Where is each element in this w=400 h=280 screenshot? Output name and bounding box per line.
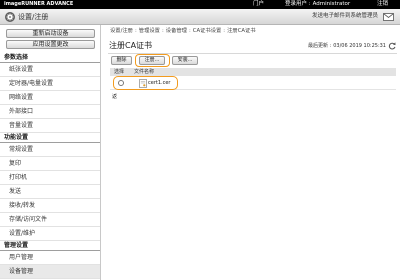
table-header: 选择 文件名称 xyxy=(110,68,396,76)
sidebar-item-copy[interactable]: 复印 xyxy=(0,157,100,171)
breadcrumb-separator: : xyxy=(188,28,191,34)
breadcrumb-item-settings-registration[interactable]: 设置/注册 xyxy=(110,28,133,34)
back-link[interactable]: 返 xyxy=(112,94,117,101)
login-user-label: 登录用户 : xyxy=(285,1,311,7)
sidebar-item-user-management[interactable]: 用户管理 xyxy=(0,251,100,265)
breadcrumb-separator: : xyxy=(161,28,164,34)
breadcrumb-item-current-page: 注册CA证书 xyxy=(227,28,256,34)
sidebar-item-store-access-files[interactable]: 存储/访问文件 xyxy=(0,213,100,227)
sidebar-item-device-management[interactable]: 设备管理 xyxy=(0,265,100,279)
breadcrumb: 设置/注册: 管理设置: 设备管理: CA证书设置: 注册CA证书 xyxy=(110,28,256,35)
install-button[interactable]: 安装... xyxy=(172,56,198,65)
sidebar-item-printer[interactable]: 打印机 xyxy=(0,171,100,185)
login-user-info: 登录用户 : Administrator xyxy=(285,1,350,8)
breadcrumb-item-management-settings[interactable]: 管理设置 xyxy=(139,28,160,34)
refresh-icon[interactable] xyxy=(388,42,396,50)
sidebar-item-volume-settings[interactable]: 音量设置 xyxy=(0,119,100,133)
sidebar: 重新启动设备 应用设置更改 参数选择 纸张设置 定时器/电量设置 网络设置 外部… xyxy=(0,25,101,280)
main-content: 设置/注册: 管理设置: 设备管理: CA证书设置: 注册CA证书 注册CA证书 最后更… xyxy=(101,25,400,280)
menu-heading-preferences: 参数选择 xyxy=(0,53,100,63)
last-updated: 最后更新 :03/06 2019 10:25:31 xyxy=(308,43,386,50)
logout-link[interactable]: 注销 xyxy=(377,1,388,8)
certificate-file-icon xyxy=(139,79,147,88)
sidebar-item-network-settings[interactable]: 网络设置 xyxy=(0,91,100,105)
mail-icon[interactable] xyxy=(383,13,394,21)
sidebar-item-paper-settings[interactable]: 纸张设置 xyxy=(0,63,100,77)
sidebar-item-common-settings[interactable]: 常规设置 xyxy=(0,143,100,157)
breadcrumb-item-device-management[interactable]: 设备管理 xyxy=(166,28,187,34)
menu-heading-function-settings: 功能设置 xyxy=(0,133,100,143)
remote-ui-page: imageRUNNER ADVANCE 门户 登录用户 : Administrat… xyxy=(0,0,400,280)
portal-link[interactable]: 门户 xyxy=(253,1,264,8)
certificate-file-name: cert1.cer xyxy=(148,80,171,86)
sidebar-item-external-interface[interactable]: 外部接口 xyxy=(0,105,100,119)
table-row: cert1.cer xyxy=(110,77,396,90)
last-updated-value: 03/06 2019 10:25:31 xyxy=(333,43,386,49)
sidebar-menu: 参数选择 纸张设置 定时器/电量设置 网络设置 外部接口 音量设置 功能设置 常… xyxy=(0,53,100,279)
breadcrumb-item-ca-certificate-settings[interactable]: CA证书设置 xyxy=(193,28,222,34)
section-title: 设置/注册 xyxy=(18,13,49,21)
top-bar: imageRUNNER ADVANCE 门户 登录用户 : Administrat… xyxy=(0,0,400,9)
last-updated-label: 最后更新 : xyxy=(307,43,332,49)
sidebar-item-send[interactable]: 发送 xyxy=(0,185,100,199)
sidebar-item-timer-energy-settings[interactable]: 定时器/电量设置 xyxy=(0,77,100,91)
delete-button[interactable]: 删除 xyxy=(111,56,132,65)
page-title: 注册CA证书 xyxy=(109,41,153,50)
apply-settings-button[interactable]: 应用设置更改 xyxy=(6,40,95,49)
sidebar-item-receive-forward[interactable]: 接收/转发 xyxy=(0,199,100,213)
title-divider xyxy=(108,53,397,54)
breadcrumb-separator: : xyxy=(134,28,137,34)
breadcrumb-separator: : xyxy=(223,28,226,34)
brand-name: imageRUNNER ADVANCE xyxy=(4,1,74,7)
section-header: 设置/注册 发送电子邮件到系统管理员 xyxy=(0,9,400,25)
gear-icon xyxy=(5,12,15,22)
menu-heading-management-settings: 管理设置 xyxy=(0,241,100,251)
certificate-select-radio[interactable] xyxy=(118,80,124,86)
column-header-file-name: 文件名称 xyxy=(134,69,155,75)
restart-device-button[interactable]: 重新启动设备 xyxy=(6,29,95,38)
sidebar-item-settings-maintenance[interactable]: 设置/维护 xyxy=(0,227,100,241)
login-user-name: Administrator xyxy=(312,1,351,7)
register-button[interactable]: 注册... xyxy=(139,56,165,65)
column-header-select: 选择 xyxy=(114,69,125,75)
mail-admin-link[interactable]: 发送电子邮件到系统管理员 xyxy=(312,13,378,20)
